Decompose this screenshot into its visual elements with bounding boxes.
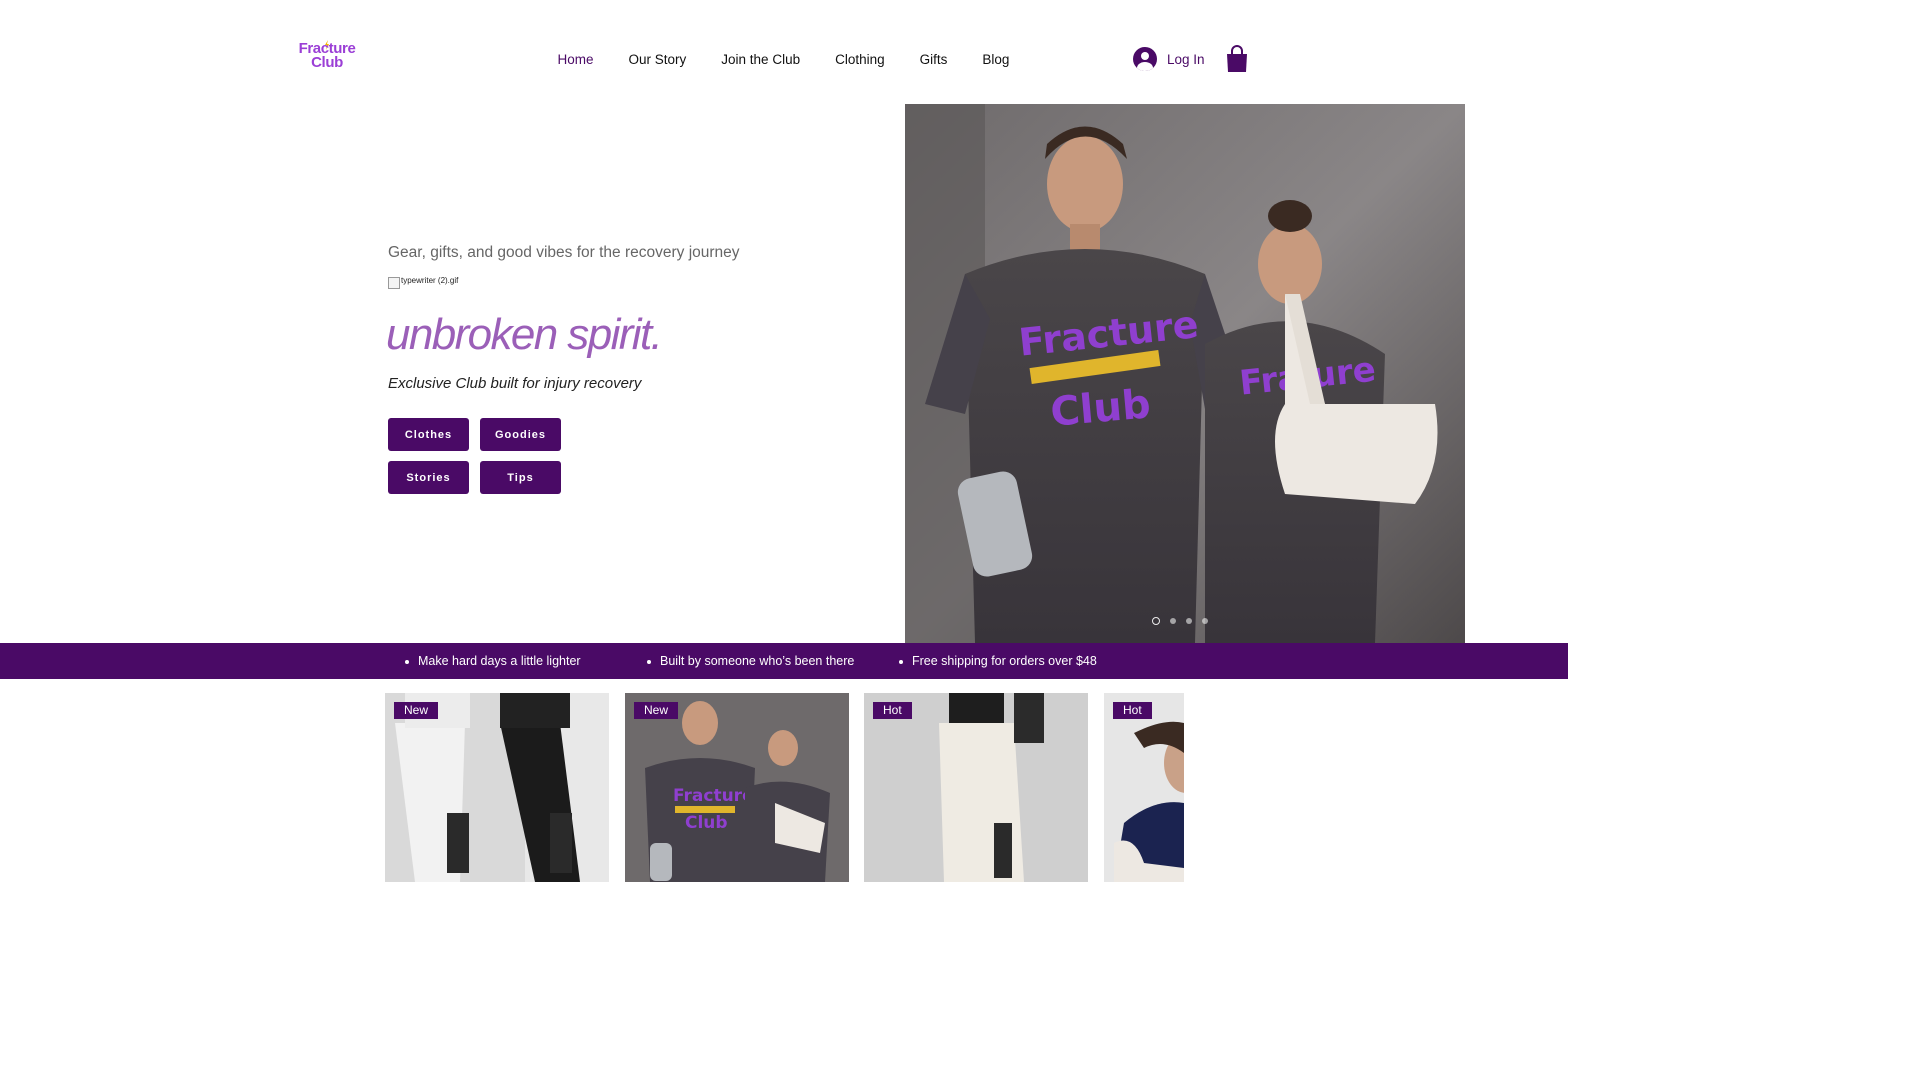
nav-home[interactable]: Home	[540, 50, 611, 70]
clothes-button[interactable]: Clothes	[388, 418, 469, 451]
product-card[interactable]: New	[385, 693, 609, 882]
brand-logo[interactable]: Fracture Club	[297, 40, 357, 78]
slideshow-pagination	[1152, 617, 1208, 625]
account-icon	[1133, 47, 1157, 71]
product-image	[1104, 693, 1184, 882]
product-badge: Hot	[1113, 702, 1152, 719]
nav-clothing[interactable]: Clothing	[818, 50, 903, 70]
shirt-text-club: Club	[685, 813, 728, 833]
product-badge: New	[634, 702, 679, 719]
hero-title: unbroken spirit.	[386, 310, 663, 359]
typewriter-gif-placeholder: typewriter (2).gif	[388, 276, 458, 290]
shirt-text-fracture: Fracture	[673, 786, 754, 806]
product-badge: Hot	[873, 702, 912, 719]
hero-tagline: Gear, gifts, and good vibes for the reco…	[388, 244, 740, 261]
nav-gifts[interactable]: Gifts	[902, 50, 965, 70]
slide-dot-1[interactable]	[1152, 617, 1160, 625]
tips-button[interactable]: Tips	[480, 461, 561, 494]
banner-item: Free shipping for orders over $48	[899, 654, 1097, 668]
product-card[interactable]: Hot	[1104, 693, 1184, 882]
login-button[interactable]: Log In	[1133, 46, 1205, 72]
nav-our-story[interactable]: Our Story	[611, 50, 704, 70]
nav-join-the-club[interactable]: Join the Club	[704, 50, 818, 70]
site-header: Fracture Club Home Our Story Join the Cl…	[0, 0, 1568, 104]
shopping-bag-icon[interactable]	[1226, 45, 1248, 73]
logo-line-2: Club	[311, 54, 343, 71]
gif-alt-text: typewriter (2).gif	[401, 276, 459, 285]
nav-blog[interactable]: Blog	[965, 50, 1027, 70]
hero-photo: Fracture Club Fra ure	[905, 104, 1465, 643]
product-badge: New	[394, 702, 439, 719]
slide-dot-2[interactable]	[1170, 618, 1176, 624]
hero-subtitle: Exclusive Club built for injury recovery	[388, 375, 642, 392]
logo-wordmark: Fracture Club	[297, 41, 357, 71]
banner-item: Make hard days a little lighter	[405, 654, 581, 668]
product-card[interactable]: Fracture Club New	[625, 693, 849, 882]
stories-button[interactable]: Stories	[388, 461, 469, 494]
product-image	[385, 693, 609, 882]
product-image: Fracture Club	[625, 693, 849, 882]
login-label: Log In	[1167, 51, 1205, 67]
broken-image-icon	[388, 277, 400, 289]
product-card[interactable]: Hot	[864, 693, 1088, 882]
product-image	[864, 693, 1088, 882]
benefits-banner: Make hard days a little lighter Built by…	[0, 643, 1568, 679]
shirt-text-club: Club	[1049, 381, 1153, 436]
hero-slideshow-image[interactable]: Fracture Club Fra ure	[905, 104, 1465, 643]
main-nav: Home Our Story Join the Club Clothing Gi…	[540, 50, 1027, 70]
slide-dot-4[interactable]	[1202, 618, 1208, 624]
goodies-button[interactable]: Goodies	[480, 418, 561, 451]
slide-dot-3[interactable]	[1186, 618, 1192, 624]
banner-item: Built by someone who’s been there	[646, 654, 855, 668]
